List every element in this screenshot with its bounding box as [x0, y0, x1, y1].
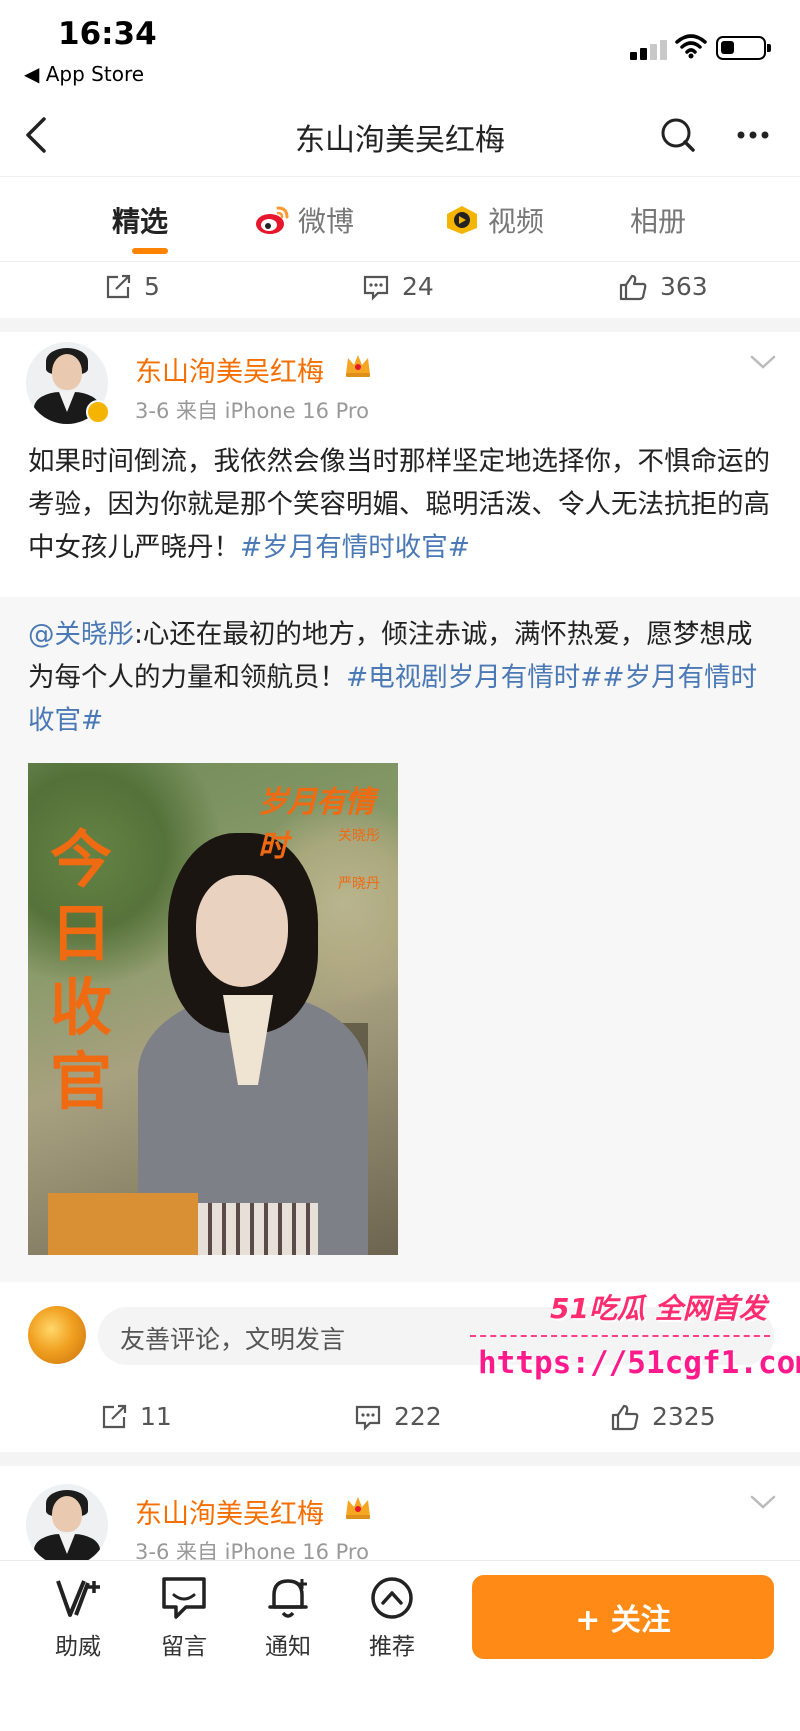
tab-active-indicator	[132, 248, 168, 254]
like-button[interactable]: 2325	[610, 1402, 716, 1431]
post-text: 如果时间倒流，我依然会像当时那样坚定地选择你，不惧命运的考验，因为你就是那个笑容…	[28, 440, 778, 569]
bell-icon	[268, 1579, 308, 1618]
feed-divider	[0, 318, 800, 332]
verified-badge-icon	[86, 400, 110, 424]
like-count: 363	[660, 272, 708, 301]
watermark-url: https://51cgf1.com	[478, 1345, 800, 1381]
prev-post-actions: 5 24 363	[0, 262, 800, 318]
comment-icon	[355, 1405, 381, 1431]
recommend-button[interactable]: 推荐	[352, 1575, 432, 1661]
watermark-top: 51吃瓜 全网首发	[550, 1292, 767, 1325]
bottom-toolbar: 助威 留言 通知 推荐 + 关注	[0, 1560, 800, 1731]
repost-text: @关晓彤:心还在最初的地方，倾注赤诚，满怀热爱，愿梦想成为每个人的力量和领航员！…	[28, 613, 778, 742]
cheer-icon	[56, 1580, 100, 1617]
share-icon	[102, 1404, 127, 1428]
tab-video[interactable]: 视频	[444, 200, 544, 240]
video-icon	[447, 206, 477, 234]
avatar[interactable]	[26, 1484, 108, 1566]
post-actions: 11 222 2325	[0, 1392, 800, 1448]
share-icon	[106, 274, 131, 298]
repost-count: 11	[140, 1402, 172, 1431]
more-icon[interactable]	[733, 115, 773, 155]
chevron-down-icon[interactable]	[748, 352, 778, 372]
chevron-down-icon[interactable]	[748, 1492, 778, 1512]
signal-icon	[630, 38, 670, 60]
comment-count: 24	[402, 272, 434, 301]
follow-button[interactable]: + 关注	[472, 1575, 774, 1659]
my-avatar	[28, 1306, 86, 1364]
nav-bar: 东山洵美吴红梅	[0, 95, 800, 177]
repost-card[interactable]: @关晓彤:心还在最初的地方，倾注赤诚，满怀热爱，愿梦想成为每个人的力量和领航员！…	[0, 597, 800, 1282]
next-author-name[interactable]: 东山洵美吴红梅	[135, 1492, 324, 1531]
crown-icon	[346, 355, 370, 377]
thumbs-up-icon	[611, 1404, 639, 1430]
poster-show-title: 岁月有情时	[258, 785, 375, 864]
hashtag-link[interactable]: #岁月有情时收官#	[240, 532, 470, 563]
poster-big-title: 今日收官	[50, 823, 113, 1118]
repost-count: 5	[144, 272, 160, 301]
like-count: 2325	[652, 1402, 716, 1431]
comment-icon	[363, 275, 389, 301]
tab-album[interactable]: 相册	[630, 200, 686, 240]
wifi-icon	[675, 34, 707, 59]
tab-weibo[interactable]: 微博	[254, 200, 354, 240]
repost-button[interactable]: 11	[100, 1402, 172, 1431]
tab-weibo-label: 微博	[298, 205, 355, 238]
comment-button[interactable]: 222	[354, 1402, 442, 1431]
comment-placeholder: 友善评论，文明发言	[120, 1325, 346, 1354]
status-bar: 16:34 ◀ App Store	[0, 0, 800, 95]
battery-icon	[716, 36, 771, 60]
comment-button[interactable]: 24	[362, 272, 434, 301]
message-button[interactable]: 留言	[144, 1575, 224, 1661]
poster-image[interactable]: 今日收官 岁月有情时 关晓彤 严晓丹	[28, 763, 398, 1255]
cheer-label: 助威	[55, 1634, 101, 1660]
tab-album-label: 相册	[630, 205, 687, 238]
poster-actor: 关晓彤	[338, 828, 380, 844]
tab-featured[interactable]: 精选	[112, 200, 169, 254]
notify-label: 通知	[265, 1634, 311, 1660]
thumbs-up-icon	[619, 274, 647, 300]
feed-divider	[0, 1452, 800, 1466]
weibo-icon	[256, 206, 289, 234]
poster-role: 严晓丹	[338, 876, 380, 892]
repost-button[interactable]: 5	[104, 272, 160, 301]
recommend-icon	[371, 1577, 413, 1619]
crown-icon	[346, 1497, 370, 1519]
like-button[interactable]: 363	[618, 272, 708, 301]
recommend-label: 推荐	[369, 1634, 415, 1660]
search-icon[interactable]	[658, 115, 698, 155]
back-to-app-link[interactable]: ◀ App Store	[24, 62, 144, 86]
comment-count: 222	[394, 1402, 442, 1431]
post-meta: 3-6 来自 iPhone 16 Pro	[135, 399, 369, 423]
cheer-button[interactable]: 助威	[38, 1575, 118, 1661]
author-name[interactable]: 东山洵美吴红梅	[135, 350, 324, 389]
message-icon	[162, 1577, 206, 1619]
notify-button[interactable]: 通知	[248, 1575, 328, 1661]
tab-video-label: 视频	[488, 205, 545, 238]
message-label: 留言	[161, 1634, 207, 1660]
watermark: 51吃瓜 全网首发 https://51cgf1.com	[470, 1283, 800, 1393]
status-time: 16:34	[58, 16, 157, 52]
tab-featured-label: 精选	[112, 205, 169, 238]
mention-link[interactable]: @关晓彤	[28, 619, 134, 650]
profile-tabs: 精选 微博 视频 相册	[0, 178, 800, 262]
